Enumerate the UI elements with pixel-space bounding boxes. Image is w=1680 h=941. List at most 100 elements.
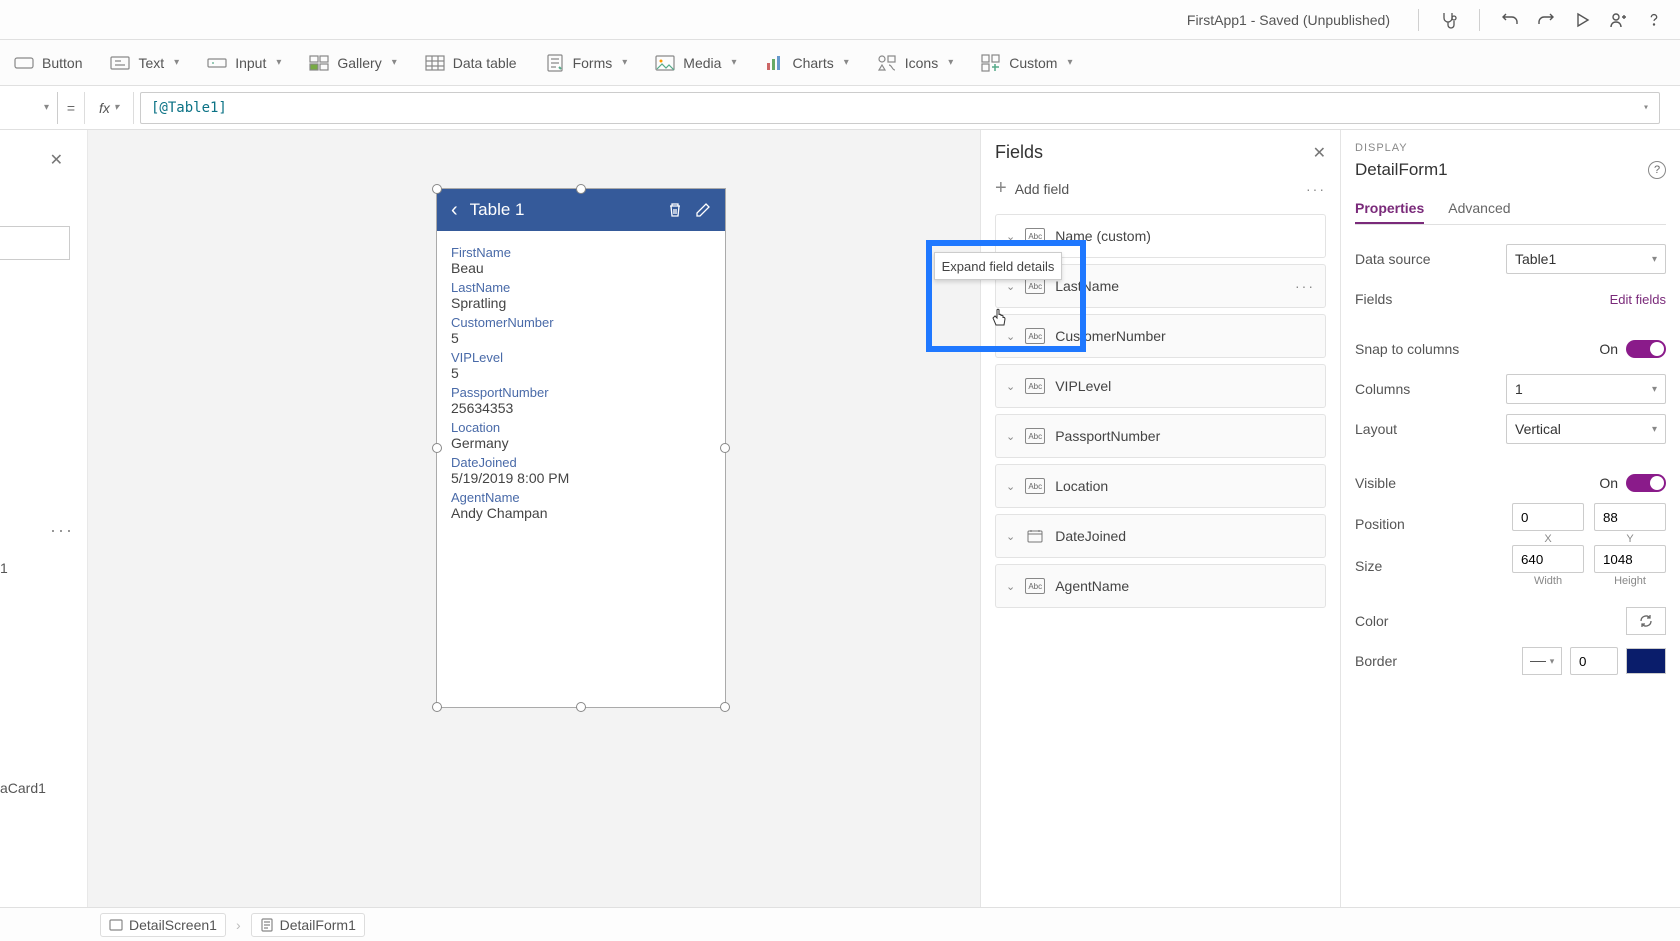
add-field-button[interactable]: + Add field: [995, 177, 1069, 200]
redo-icon[interactable]: [1534, 8, 1558, 32]
edit-fields-link[interactable]: Edit fields: [1610, 292, 1666, 307]
tab-properties[interactable]: Properties: [1355, 194, 1424, 224]
chevron-down-icon: ⌄: [1006, 580, 1015, 593]
layout-select[interactable]: Vertical▾: [1506, 414, 1666, 444]
field-value: Spratling: [451, 295, 711, 311]
chevron-down-icon: ▾: [1067, 57, 1072, 68]
border-style-select[interactable]: ▾: [1522, 647, 1562, 675]
forms-icon: [545, 53, 565, 73]
field-item[interactable]: ⌄AbcCustomerNumber: [995, 314, 1326, 358]
field-value: Germany: [451, 435, 711, 451]
more-icon[interactable]: ···: [1295, 278, 1315, 294]
prop-label: Position: [1355, 516, 1405, 532]
resize-handle[interactable]: [576, 184, 586, 194]
field-item[interactable]: ⌄AbcPassportNumber: [995, 414, 1326, 458]
field-name: DateJoined: [1055, 528, 1126, 544]
ribbon-text[interactable]: Text▾: [110, 53, 179, 73]
color-refresh-button[interactable]: [1626, 607, 1666, 635]
size-height-input[interactable]: [1594, 545, 1666, 573]
text-icon: Abc: [1025, 328, 1045, 344]
chevron-down-icon: ⌄: [1006, 230, 1015, 243]
play-icon[interactable]: [1570, 8, 1594, 32]
ribbon-forms[interactable]: Forms▾: [545, 53, 628, 73]
add-field-row: + Add field ···: [995, 177, 1326, 200]
resize-handle[interactable]: [576, 702, 586, 712]
border-color-swatch[interactable]: [1626, 648, 1666, 674]
text-icon: Abc: [1025, 478, 1045, 494]
date-icon: [1025, 528, 1045, 544]
insert-ribbon: Button Text▾ Input▾ Gallery▾ Data table …: [0, 40, 1680, 86]
input-icon: [207, 53, 227, 73]
snap-toggle[interactable]: [1626, 340, 1666, 358]
edit-icon[interactable]: [695, 202, 711, 218]
field-item[interactable]: ⌄DateJoined: [995, 514, 1326, 558]
text-icon: Abc: [1025, 428, 1045, 444]
tree-view-stub: ✕ ··· 1 aCard1: [0, 130, 88, 907]
ribbon-button[interactable]: Button: [14, 53, 82, 73]
section-header: DISPLAY: [1355, 142, 1666, 154]
border-width-input[interactable]: [1570, 647, 1618, 675]
help-icon[interactable]: [1642, 8, 1666, 32]
tab-advanced[interactable]: Advanced: [1448, 194, 1510, 224]
field-name: Name (custom): [1055, 228, 1151, 244]
ribbon-data-table[interactable]: Data table: [425, 53, 517, 73]
resize-handle[interactable]: [432, 702, 442, 712]
select-value: Vertical: [1515, 421, 1561, 437]
visible-toggle[interactable]: [1626, 474, 1666, 492]
ribbon-custom[interactable]: Custom ▾: [981, 53, 1072, 73]
share-person-icon[interactable]: [1606, 8, 1630, 32]
resize-handle[interactable]: [720, 702, 730, 712]
position-y-input[interactable]: [1594, 503, 1666, 531]
field-item[interactable]: ⌄AbcLocation: [995, 464, 1326, 508]
stethoscope-icon[interactable]: [1437, 8, 1461, 32]
chevron-down-icon: ▾: [622, 57, 627, 68]
resize-handle[interactable]: [432, 443, 442, 453]
help-icon[interactable]: ?: [1648, 161, 1666, 179]
prop-label: Color: [1355, 613, 1388, 629]
formula-input[interactable]: [@Table1]▾: [140, 92, 1660, 124]
close-icon[interactable]: ✕: [1313, 143, 1326, 163]
field-item[interactable]: ⌄AbcVIPLevel: [995, 364, 1326, 408]
ribbon-gallery[interactable]: Gallery▾: [309, 53, 396, 73]
search-input[interactable]: [0, 226, 70, 260]
prop-label: Snap to columns: [1355, 341, 1459, 357]
chevron-down-icon: ▾: [844, 57, 849, 68]
size-width-input[interactable]: [1512, 545, 1584, 573]
ribbon-charts[interactable]: Charts▾: [764, 53, 848, 73]
columns-select[interactable]: 1▾: [1506, 374, 1666, 404]
fx-button[interactable]: fx▾: [84, 92, 134, 124]
toggle-label: On: [1599, 341, 1618, 357]
ribbon-icons[interactable]: Icons▾: [877, 53, 954, 73]
ribbon-label: Text: [138, 55, 164, 71]
field-label: PassportNumber: [451, 385, 711, 400]
property-selector[interactable]: ▾: [0, 92, 58, 124]
undo-icon[interactable]: [1498, 8, 1522, 32]
ribbon-label: Custom: [1009, 55, 1057, 71]
phone-preview[interactable]: ‹ Table 1 FirstNameBeauLastNameSpratling…: [436, 188, 726, 708]
field-value: Beau: [451, 260, 711, 276]
close-icon[interactable]: ✕: [50, 150, 63, 170]
field-item[interactable]: ⌄AbcAgentName: [995, 564, 1326, 608]
formula-bar: ▾ = fx▾ [@Table1]▾: [0, 86, 1680, 130]
delete-icon[interactable]: [667, 202, 683, 218]
ribbon-input[interactable]: Input▾: [207, 53, 281, 73]
chevron-down-icon: ⌄: [1006, 480, 1015, 493]
breadcrumb-screen[interactable]: DetailScreen1: [100, 913, 226, 937]
back-icon[interactable]: ‹: [451, 199, 458, 222]
form-body: FirstNameBeauLastNameSpratlingCustomerNu…: [437, 231, 725, 707]
field-label: FirstName: [451, 245, 711, 260]
resize-handle[interactable]: [720, 443, 730, 453]
breadcrumb-form[interactable]: DetailForm1: [251, 913, 365, 937]
field-label: VIPLevel: [451, 350, 711, 365]
chevron-down-icon: ▾: [1652, 254, 1657, 265]
canvas-area[interactable]: ‹ Table 1 FirstNameBeauLastNameSpratling…: [88, 130, 980, 907]
chevron-down-icon: ▾: [44, 102, 49, 113]
chevron-down-icon: ▾: [731, 57, 736, 68]
resize-handle[interactable]: [432, 184, 442, 194]
ribbon-media[interactable]: Media▾: [655, 53, 736, 73]
position-x-input[interactable]: [1512, 503, 1584, 531]
more-icon[interactable]: ···: [50, 520, 74, 541]
more-icon[interactable]: ···: [1306, 181, 1326, 197]
field-label: AgentName: [451, 490, 711, 505]
datasource-select[interactable]: Table1▾: [1506, 244, 1666, 274]
